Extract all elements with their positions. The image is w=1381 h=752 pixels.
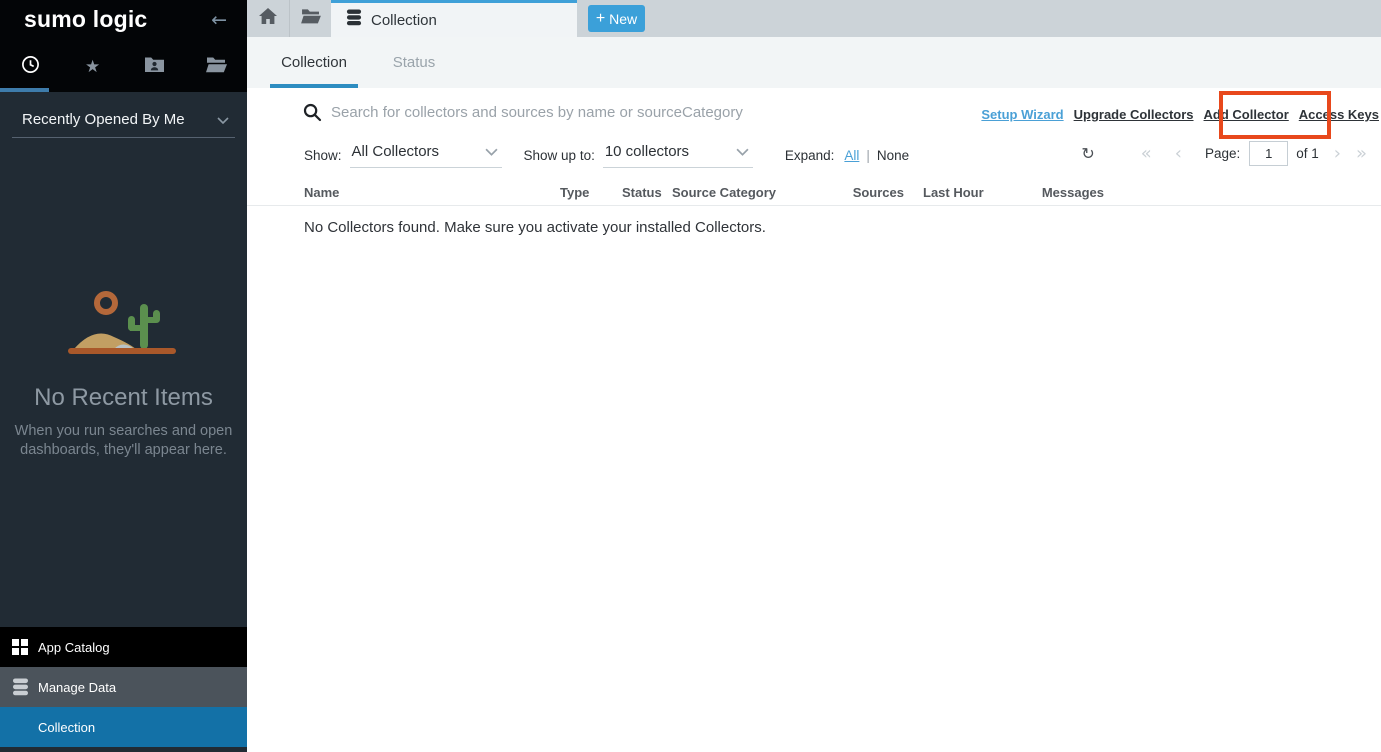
- no-recent-items-subtitle: When you run searches and open dashboard…: [0, 422, 247, 460]
- sidebar-item-collection[interactable]: Collection: [0, 707, 247, 747]
- show-up-to-dropdown[interactable]: 10 collectors: [603, 143, 753, 168]
- database-icon: [346, 9, 362, 31]
- collection-label: Collection: [38, 720, 95, 735]
- sidebar-header: sumo logic ← ★: [0, 0, 247, 92]
- folder-user-icon: [144, 56, 165, 78]
- grid-icon: [10, 639, 30, 655]
- page-number-input[interactable]: [1249, 141, 1288, 166]
- main-content: Setup Wizard Upgrade Collectors Add Coll…: [247, 88, 1381, 752]
- sidebar-icon-tabs: ★: [0, 46, 247, 88]
- empty-table-message: No Collectors found. Make sure you activ…: [304, 219, 766, 236]
- next-page-icon[interactable]: ›: [1334, 143, 1341, 164]
- sidebar-item-app-catalog[interactable]: App Catalog: [0, 627, 247, 667]
- folder-icon: [301, 8, 321, 29]
- page-of-text: of 1: [1296, 146, 1319, 161]
- add-collector-link[interactable]: Add Collector: [1204, 107, 1289, 122]
- refresh-icon[interactable]: ↻: [1081, 144, 1094, 163]
- recents-tab[interactable]: [0, 46, 62, 88]
- star-icon: ★: [85, 57, 100, 77]
- column-header-name: Name: [304, 185, 339, 200]
- column-header-sources: Sources: [807, 185, 904, 200]
- expand-none-link[interactable]: None: [877, 148, 909, 163]
- collection-window-tab[interactable]: Collection: [331, 0, 577, 37]
- no-recent-items-title: No Recent Items: [0, 384, 247, 412]
- show-label: Show:: [304, 148, 342, 163]
- recently-opened-dropdown[interactable]: Recently Opened By Me: [12, 108, 235, 138]
- prev-page-icon[interactable]: ‹: [1175, 143, 1182, 164]
- new-button[interactable]: + New: [588, 5, 645, 32]
- clock-icon: [21, 55, 40, 79]
- setup-wizard-link[interactable]: Setup Wizard: [981, 107, 1063, 122]
- plus-icon: +: [596, 11, 605, 27]
- last-page-icon[interactable]: »: [1356, 143, 1367, 164]
- expand-divider: |: [866, 148, 870, 163]
- chevron-down-icon: [485, 148, 498, 156]
- database-icon: [10, 678, 30, 696]
- sidebar: sumo logic ← ★ Rece: [0, 0, 247, 752]
- top-tab-bar: Collection + New: [247, 0, 1381, 37]
- show-up-to-label: Show up to:: [524, 148, 595, 163]
- recently-opened-label: Recently Opened By Me: [22, 111, 185, 128]
- app-catalog-label: App Catalog: [38, 640, 110, 655]
- expand-all-link[interactable]: All: [844, 148, 859, 163]
- column-header-last-hour: Last Hour: [923, 185, 984, 200]
- column-header-messages: Messages: [1004, 185, 1104, 200]
- library-folder-tab[interactable]: [185, 46, 247, 88]
- column-header-status: Status: [622, 185, 662, 200]
- first-page-icon[interactable]: «: [1141, 143, 1152, 164]
- sidebar-item-manage-data[interactable]: Manage Data: [0, 667, 247, 707]
- page-label: Page:: [1205, 146, 1240, 161]
- expand-label: Expand:: [785, 148, 835, 163]
- access-keys-link[interactable]: Access Keys: [1299, 107, 1379, 122]
- page-tabs: Collection Status: [247, 37, 1381, 88]
- sidebar-menu: App Catalog Manage Data Collection: [0, 627, 247, 747]
- chevron-down-icon: [217, 117, 229, 124]
- chevron-down-icon: [736, 148, 749, 156]
- collapse-sidebar-icon[interactable]: ←: [211, 9, 227, 31]
- upgrade-collectors-link[interactable]: Upgrade Collectors: [1074, 107, 1194, 122]
- home-icon: [259, 8, 277, 29]
- manage-data-label: Manage Data: [38, 680, 116, 695]
- sun-icon: [97, 294, 115, 312]
- tab-collection[interactable]: Collection: [270, 37, 358, 88]
- column-header-type: Type: [560, 185, 589, 200]
- active-tab-indicator: [0, 88, 49, 92]
- personal-folder-tab[interactable]: [124, 46, 186, 88]
- library-button[interactable]: [291, 0, 331, 37]
- search-input[interactable]: [331, 99, 891, 125]
- folder-open-icon: [206, 56, 227, 78]
- desert-illustration: [0, 288, 247, 367]
- pagination: ↻ « ‹ Page: of 1 › »: [1081, 141, 1367, 166]
- filter-row: Show: All Collectors Show up to: 10 coll…: [304, 143, 909, 168]
- sumo-logic-logo: sumo logic: [24, 6, 147, 33]
- column-header-source-category: Source Category: [672, 185, 776, 200]
- search-icon: [303, 103, 322, 127]
- show-dropdown[interactable]: All Collectors: [350, 143, 502, 168]
- tab-title: Collection: [371, 12, 437, 29]
- tab-status[interactable]: Status: [369, 37, 459, 88]
- home-button[interactable]: [247, 0, 290, 37]
- table-header-row: Name Type Status Source Category Sources…: [247, 183, 1381, 206]
- favorites-tab[interactable]: ★: [62, 46, 124, 88]
- action-links: Setup Wizard Upgrade Collectors Add Coll…: [981, 107, 1379, 122]
